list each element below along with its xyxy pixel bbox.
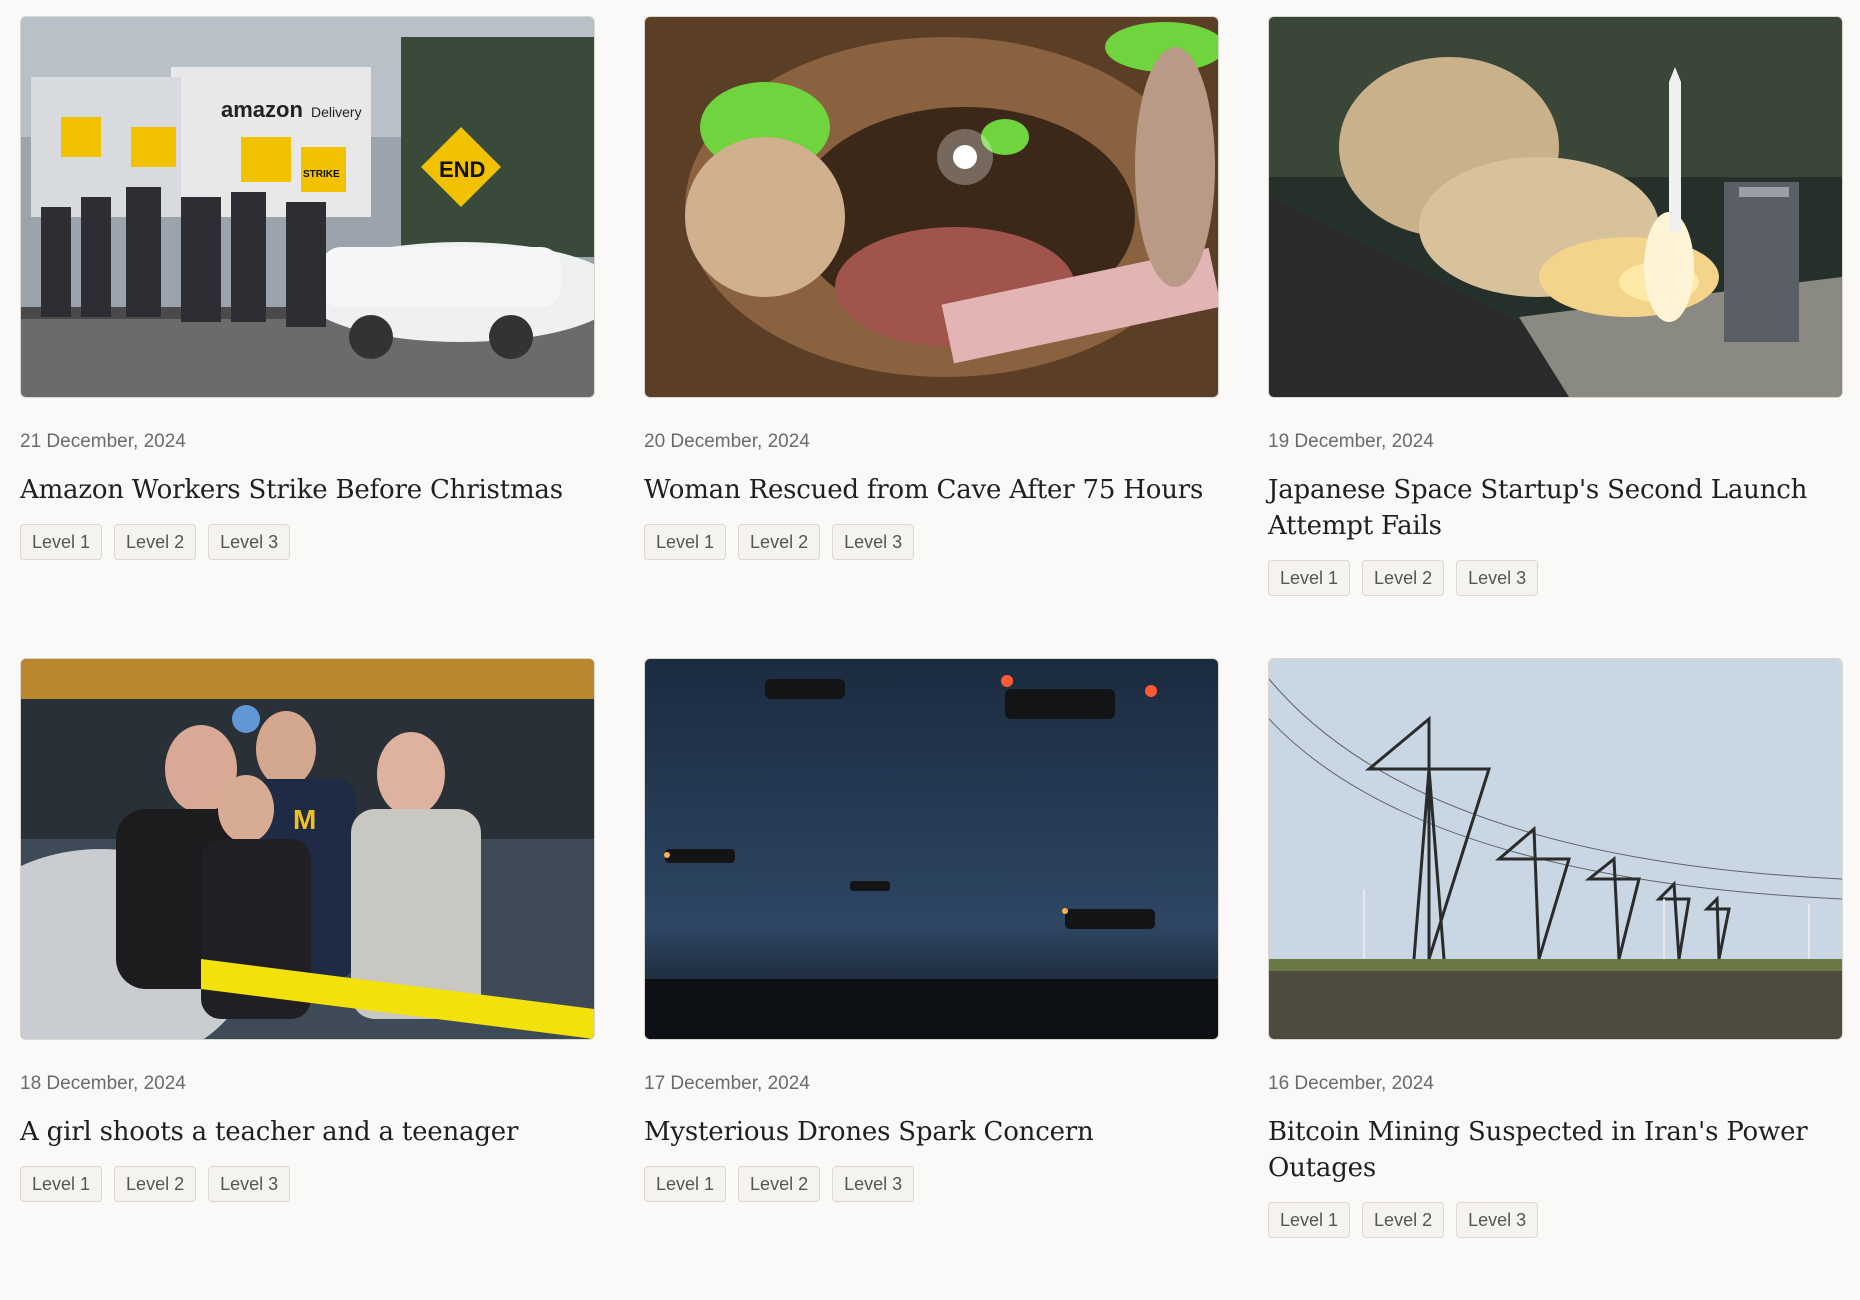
article-grid: amazon Delivery END STRIKE 21 December, … xyxy=(20,16,1844,1300)
level-3-button[interactable]: Level 3 xyxy=(1456,1202,1539,1238)
level-1-button[interactable]: Level 1 xyxy=(20,524,103,560)
level-list: Level 1 Level 2 Level 3 xyxy=(1268,1202,1843,1238)
article-date: 21 December, 2024 xyxy=(20,431,186,452)
svg-text:END: END xyxy=(439,157,485,182)
article-image-link[interactable] xyxy=(644,658,1219,1040)
svg-text:amazon: amazon xyxy=(221,97,303,122)
rocket-launch-photo xyxy=(1269,17,1842,397)
article-card: 16 December, 2024 Bitcoin Mining Suspect… xyxy=(1268,658,1843,1300)
drones-photo xyxy=(645,659,1218,1039)
article-date: 16 December, 2024 xyxy=(1268,1073,1434,1094)
article-date: 19 December, 2024 xyxy=(1268,431,1434,452)
article-title[interactable]: Amazon Workers Strike Before Christmas xyxy=(20,472,595,508)
level-3-button[interactable]: Level 3 xyxy=(208,1166,291,1202)
article-card: amazon Delivery END STRIKE 21 December, … xyxy=(20,16,595,658)
article-card: 20 December, 2024 Woman Rescued from Cav… xyxy=(644,16,1219,658)
level-list: Level 1 Level 2 Level 3 xyxy=(20,1166,595,1202)
article-image-link[interactable] xyxy=(1268,658,1843,1040)
level-3-button[interactable]: Level 3 xyxy=(1456,560,1539,596)
article-title[interactable]: A girl shoots a teacher and a teenager xyxy=(20,1114,595,1150)
level-2-button[interactable]: Level 2 xyxy=(738,1166,821,1202)
level-3-button[interactable]: Level 3 xyxy=(832,524,915,560)
article-card: 17 December, 2024 Mysterious Drones Spar… xyxy=(644,658,1219,1300)
article-date: 17 December, 2024 xyxy=(644,1073,810,1094)
level-2-button[interactable]: Level 2 xyxy=(738,524,821,560)
article-image-link[interactable] xyxy=(644,16,1219,398)
article-image-link[interactable]: M xyxy=(20,658,595,1040)
article-card: M 18 December, 2024 A girl shoots a teac… xyxy=(20,658,595,1300)
article-date: 20 December, 2024 xyxy=(644,431,810,452)
svg-text:STRIKE: STRIKE xyxy=(303,169,340,180)
article-card: 19 December, 2024 Japanese Space Startup… xyxy=(1268,16,1843,658)
level-2-button[interactable]: Level 2 xyxy=(1362,560,1445,596)
strike-photo: amazon Delivery END STRIKE xyxy=(21,17,594,397)
article-image-link[interactable]: amazon Delivery END STRIKE xyxy=(20,16,595,398)
article-title[interactable]: Woman Rescued from Cave After 75 Hours xyxy=(644,472,1219,508)
cave-rescue-photo xyxy=(645,17,1218,397)
level-2-button[interactable]: Level 2 xyxy=(1362,1202,1445,1238)
level-1-button[interactable]: Level 1 xyxy=(20,1166,103,1202)
level-1-button[interactable]: Level 1 xyxy=(644,1166,727,1202)
level-3-button[interactable]: Level 3 xyxy=(208,524,291,560)
level-1-button[interactable]: Level 1 xyxy=(644,524,727,560)
level-list: Level 1 Level 2 Level 3 xyxy=(20,524,595,560)
level-3-button[interactable]: Level 3 xyxy=(832,1166,915,1202)
article-date: 18 December, 2024 xyxy=(20,1073,186,1094)
article-title[interactable]: Bitcoin Mining Suspected in Iran's Power… xyxy=(1268,1114,1843,1186)
level-list: Level 1 Level 2 Level 3 xyxy=(644,1166,1219,1202)
article-image-link[interactable] xyxy=(1268,16,1843,398)
level-2-button[interactable]: Level 2 xyxy=(114,524,197,560)
svg-text:M: M xyxy=(293,804,316,835)
level-list: Level 1 Level 2 Level 3 xyxy=(1268,560,1843,596)
school-scene-photo: M xyxy=(21,659,594,1039)
level-1-button[interactable]: Level 1 xyxy=(1268,560,1351,596)
level-2-button[interactable]: Level 2 xyxy=(114,1166,197,1202)
power-lines-photo xyxy=(1269,659,1842,1039)
article-title[interactable]: Mysterious Drones Spark Concern xyxy=(644,1114,1219,1150)
article-title[interactable]: Japanese Space Startup's Second Launch A… xyxy=(1268,472,1843,544)
level-1-button[interactable]: Level 1 xyxy=(1268,1202,1351,1238)
level-list: Level 1 Level 2 Level 3 xyxy=(644,524,1219,560)
svg-text:Delivery: Delivery xyxy=(311,104,362,120)
